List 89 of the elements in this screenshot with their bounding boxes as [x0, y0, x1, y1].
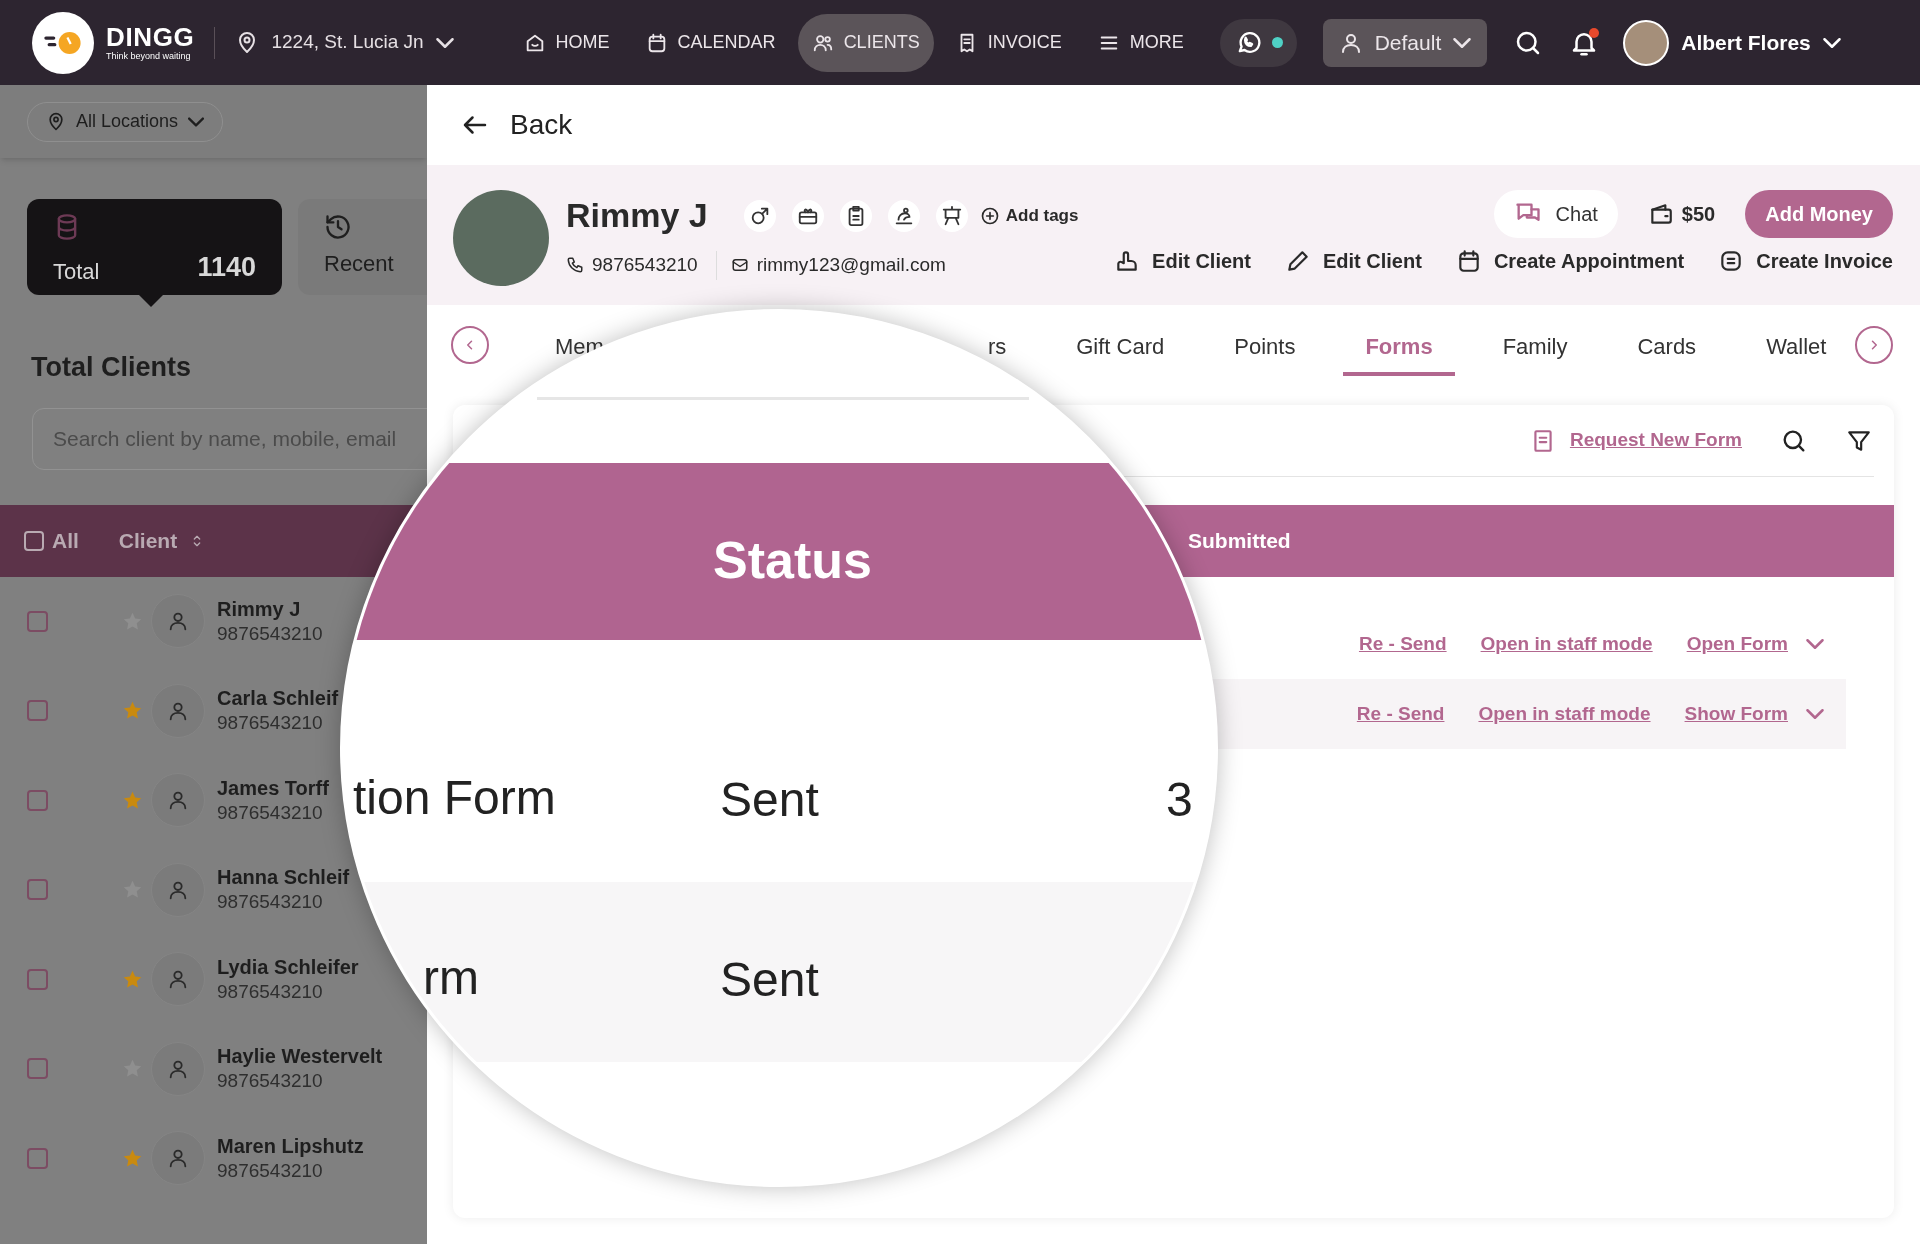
easel-icon: [940, 204, 963, 227]
nav-tab[interactable]: INVOICE: [941, 13, 1076, 72]
action-link[interactable]: Show Form: [1684, 699, 1788, 729]
tab[interactable]: Forms: [1343, 320, 1455, 376]
client-name[interactable]: Carla Schleif: [217, 686, 339, 712]
nav-tab[interactable]: CLIENTS: [797, 13, 934, 72]
tab[interactable]: Wallet: [1744, 320, 1849, 376]
action-link[interactable]: Open in staff mode: [1478, 699, 1651, 729]
add-tags-button[interactable]: Add tags: [979, 202, 1079, 229]
client-name[interactable]: Haylie Westervelt: [217, 1044, 383, 1070]
client-phone: 9876543210: [217, 800, 324, 825]
plus-circle-icon: [979, 205, 1000, 226]
location-pin-icon: [46, 111, 66, 132]
tab[interactable]: rs: [965, 320, 1029, 376]
checkbox[interactable]: [27, 1058, 48, 1080]
column-header: Submitted: [1188, 528, 1291, 555]
chevron-down-icon: [1453, 37, 1472, 48]
person-icon: [167, 1147, 189, 1170]
section-title: Total Clients: [30, 351, 192, 384]
tab[interactable]: Cards: [1615, 320, 1719, 376]
client-phone: 9876543210: [217, 1069, 324, 1094]
brand-name: DINGG: [106, 24, 195, 50]
client-phone: 9876543210: [217, 979, 324, 1004]
pointer-arrow: [139, 295, 163, 307]
column-header: Status: [713, 530, 872, 591]
history-icon: [324, 213, 352, 241]
client-name: Rimmy J: [566, 195, 708, 236]
checkbox[interactable]: [27, 610, 48, 632]
location-dropdown[interactable]: 1224, St. Lucia Jn: [235, 28, 454, 57]
tab[interactable]: Gift Card: [1054, 320, 1187, 376]
table-cell-text: tion Form: [353, 770, 556, 826]
chevron-down-icon: [1806, 639, 1824, 649]
wallet-balance: $50: [1681, 202, 1716, 227]
chevron-down-icon: [1822, 37, 1841, 48]
status-cell-text: Sent: [720, 772, 819, 828]
client-phone: 9876543210: [217, 621, 323, 646]
client-phone: 9876543210: [592, 253, 698, 277]
chat-button[interactable]: Chat: [1493, 190, 1618, 238]
checkbox[interactable]: [27, 879, 48, 901]
checkbox[interactable]: [27, 789, 48, 811]
stat-card[interactable]: Recent: [298, 199, 427, 295]
nav-tab[interactable]: MORE: [1083, 13, 1198, 72]
expand-button[interactable]: [1806, 709, 1824, 719]
person-icon: [167, 789, 189, 812]
column-header: All: [52, 527, 79, 554]
column-header[interactable]: Client: [118, 524, 178, 557]
pencil-icon: [1285, 248, 1311, 274]
action-button[interactable]: Edit Client: [1114, 246, 1251, 276]
action-link[interactable]: Open in staff mode: [1480, 629, 1653, 659]
person-icon: [167, 610, 189, 633]
phone-icon: [566, 256, 584, 275]
action-button[interactable]: Edit Client: [1285, 246, 1422, 276]
scroll-right-button[interactable]: [1855, 326, 1893, 364]
person-icon: [167, 968, 189, 991]
action-button[interactable]: Create Invoice: [1718, 246, 1893, 276]
scroll-left-button[interactable]: [451, 326, 489, 364]
client-phone: 9876543210: [217, 1158, 324, 1183]
chevron-down-icon: [435, 37, 454, 48]
tab[interactable]: Points: [1212, 320, 1318, 376]
add-money-button[interactable]: Add Money: [1745, 190, 1893, 238]
expand-button[interactable]: [1806, 639, 1824, 649]
action-link[interactable]: Re - Send: [1358, 629, 1447, 659]
client-name[interactable]: James Torff: [217, 775, 329, 801]
client-phone: 9876543210: [217, 890, 324, 915]
action-button[interactable]: Create Appointment: [1455, 246, 1685, 276]
action-link[interactable]: Re - Send: [1356, 699, 1445, 729]
nav-tab[interactable]: CALENDAR: [631, 13, 790, 72]
chevron-down-icon: [1806, 709, 1824, 719]
nav-tab[interactable]: HOME: [509, 13, 624, 72]
checkbox[interactable]: [24, 530, 44, 551]
status-cell-text: Sent: [720, 952, 819, 1008]
checkbox[interactable]: [27, 1147, 48, 1169]
client-email: rimmy123@gmail.com: [756, 253, 946, 277]
profile-dropdown[interactable]: Default: [1322, 18, 1488, 67]
chevron-down-icon: [188, 116, 205, 127]
stat-card[interactable]: Total 1140: [27, 199, 282, 295]
back-button[interactable]: Back: [460, 104, 573, 146]
action-link[interactable]: Open Form: [1686, 629, 1788, 659]
client-name[interactable]: Rimmy J: [217, 596, 323, 622]
request-new-form-link[interactable]: Request New Form: [1529, 426, 1742, 455]
brand-tagline: Think beyond waiting: [106, 52, 192, 61]
checkbox[interactable]: [27, 700, 48, 722]
whatsapp-button[interactable]: [1219, 18, 1297, 67]
tab[interactable]: Family: [1480, 320, 1590, 376]
checkbox[interactable]: [27, 968, 48, 990]
user-menu[interactable]: Albert Flores: [1623, 19, 1841, 66]
table-cell-text: 3: [1166, 772, 1193, 828]
table-cell-text: rm: [423, 950, 479, 1006]
client-phone: 9876543210: [217, 711, 324, 736]
